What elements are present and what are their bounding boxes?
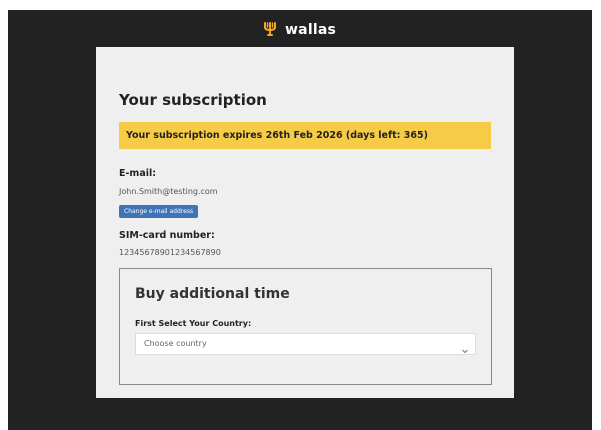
chevron-down-icon <box>461 340 469 354</box>
expiry-banner: Your subscription expires 26th Feb 2026 … <box>119 122 491 149</box>
email-value: John.Smith@testing.com <box>119 187 218 196</box>
page-frame: wallas Your subscription Your subscripti… <box>8 10 592 430</box>
buy-time-panel: Buy additional time First Select Your Co… <box>119 268 492 385</box>
page-title: Your subscription <box>119 91 267 109</box>
sim-value: 12345678901234567890 <box>119 248 221 257</box>
trident-logo-icon <box>263 22 276 40</box>
country-select-value: Choose country <box>144 339 207 348</box>
country-select-label: First Select Your Country: <box>135 319 252 328</box>
change-email-button[interactable]: Change e-mail address <box>119 205 199 218</box>
brand-name: wallas <box>285 22 337 38</box>
subscription-card: Your subscription Your subscription expi… <box>96 47 514 398</box>
sim-label: SIM-card number: <box>119 230 215 241</box>
email-label: E-mail: <box>119 168 157 179</box>
brand-header: wallas <box>8 22 592 40</box>
country-select[interactable]: Choose country <box>135 333 476 355</box>
buy-time-title: Buy additional time <box>135 286 290 302</box>
